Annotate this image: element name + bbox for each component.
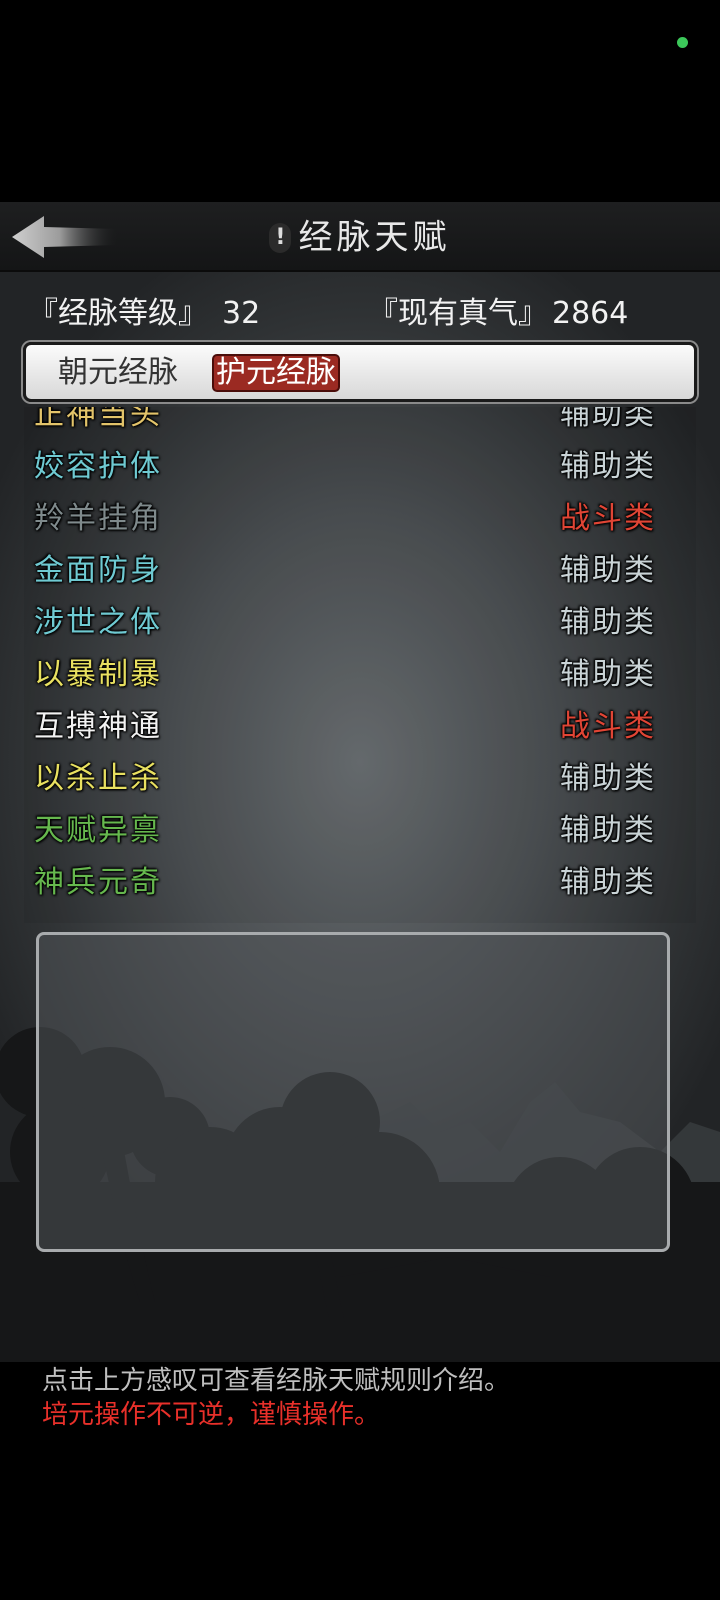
talent-category: 战斗类 bbox=[560, 501, 656, 536]
meridian-level-stat: 『经脉等级』 32 bbox=[28, 288, 260, 332]
info-icon[interactable]: ! bbox=[269, 222, 292, 253]
meridian-tabs: 朝元经脉 护元经脉 bbox=[23, 342, 697, 402]
talent-row[interactable]: 金面防身 辅助类 bbox=[24, 537, 696, 589]
talent-name: 正神当头 bbox=[34, 407, 162, 432]
current-qi-stat: 『现有真气』 2864 bbox=[368, 288, 628, 332]
talent-row[interactable]: 天赋异禀 辅助类 bbox=[24, 797, 696, 849]
status-indicator bbox=[677, 37, 688, 48]
talent-category: 战斗类 bbox=[560, 709, 656, 744]
talent-name: 姣容护体 bbox=[34, 449, 162, 484]
talent-row[interactable]: 互搏神通 战斗类 bbox=[24, 693, 696, 745]
talent-category: 辅助类 bbox=[560, 407, 656, 432]
game-scene: ! 经脉天赋 『经脉等级』 32 『现有真气』 2864 朝元经脉 护元经脉 正神当… bbox=[0, 202, 720, 1362]
talent-row[interactable]: 涉世之体 辅助类 bbox=[24, 589, 696, 641]
meridian-level-label: 『经脉等级』 bbox=[28, 296, 208, 331]
header-bar: ! 经脉天赋 bbox=[0, 202, 720, 272]
meridian-level-value: 32 bbox=[222, 296, 261, 331]
talent-name: 天赋异禀 bbox=[34, 813, 162, 848]
talent-category: 辅助类 bbox=[560, 865, 656, 900]
talent-name: 羚羊挂角 bbox=[34, 501, 162, 536]
talent-category: 辅助类 bbox=[560, 657, 656, 692]
current-qi-value: 2864 bbox=[552, 296, 629, 331]
talent-category: 辅助类 bbox=[560, 553, 656, 588]
current-qi-label: 『现有真气』 bbox=[368, 296, 548, 331]
talent-name: 金面防身 bbox=[34, 553, 162, 588]
tab-huyuan-meridian[interactable]: 护元经脉 bbox=[212, 354, 340, 392]
talent-category: 辅助类 bbox=[560, 813, 656, 848]
talent-row[interactable]: 以暴制暴 辅助类 bbox=[24, 641, 696, 693]
talent-name: 涉世之体 bbox=[34, 605, 162, 640]
talent-description-panel bbox=[36, 932, 670, 1252]
talent-name: 互搏神通 bbox=[34, 709, 162, 744]
talent-category: 辅助类 bbox=[560, 605, 656, 640]
talent-category: 辅助类 bbox=[560, 449, 656, 484]
page-title: 经脉天赋 bbox=[298, 217, 451, 258]
warning-text: 培元操作不可逆，谨慎操作。 bbox=[42, 1400, 381, 1430]
talent-name: 神兵元奇 bbox=[34, 865, 162, 900]
talent-row[interactable]: 姣容护体 辅助类 bbox=[24, 433, 696, 485]
rules-hint-text: 点击上方感叹可查看经脉天赋规则介绍。 bbox=[42, 1366, 511, 1396]
talent-category: 辅助类 bbox=[560, 761, 656, 796]
talent-row[interactable]: 正神当头 辅助类 bbox=[24, 407, 696, 433]
talent-name: 以暴制暴 bbox=[34, 657, 162, 692]
talent-row[interactable]: 神兵元奇 辅助类 bbox=[24, 849, 696, 901]
talent-list[interactable]: 正神当头 辅助类 姣容护体 辅助类 羚羊挂角 战斗类 金面防身 辅助类 涉世之体… bbox=[24, 407, 696, 923]
talent-name: 以杀止杀 bbox=[34, 761, 162, 796]
talent-row[interactable]: 羚羊挂角 战斗类 bbox=[24, 485, 696, 537]
tab-chaoyuan-meridian[interactable]: 朝元经脉 bbox=[56, 354, 180, 392]
talent-row[interactable]: 以杀止杀 辅助类 bbox=[24, 745, 696, 797]
